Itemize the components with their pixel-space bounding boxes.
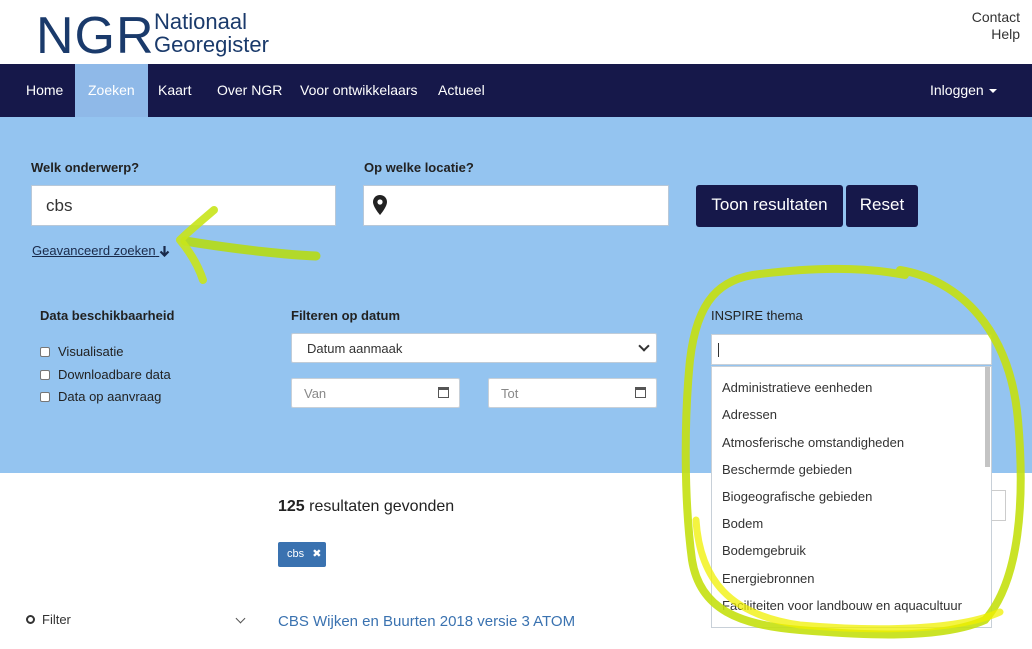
top-links: Contact Help [972, 9, 1020, 43]
checkbox-label: Downloadbare data [58, 367, 171, 382]
inspire-option[interactable]: Biogeografische gebieden [722, 489, 872, 504]
inspire-option[interactable]: Bodemgebruik [722, 543, 806, 558]
help-link[interactable]: Help [972, 26, 1020, 43]
location-input[interactable] [363, 185, 669, 226]
inspire-dropdown-list: Administratieve eenheden Adressen Atmosf… [711, 366, 992, 628]
login-label: Inloggen [930, 82, 984, 98]
chevron-down-icon[interactable] [235, 613, 246, 624]
inspire-option[interactable]: Faciliteiten voor landbouw en aquacultuu… [722, 598, 962, 613]
main-nav: Home Zoeken Kaart Over NGR Voor ontwikke… [0, 64, 1032, 117]
location-label: Op welke locatie? [364, 160, 474, 175]
search-icon [26, 615, 35, 624]
active-filter-tag[interactable]: cbs ✖ [278, 542, 326, 567]
map-marker-icon [373, 195, 387, 215]
nav-kaart[interactable]: Kaart [145, 64, 204, 117]
close-icon[interactable]: ✖ [312, 548, 321, 560]
tag-label: cbs [287, 548, 305, 560]
calendar-icon[interactable] [438, 387, 449, 398]
nav-voor-ontwikkelaars[interactable]: Voor ontwikkelaars [287, 64, 431, 117]
logo-ngr[interactable]: NGR [36, 6, 155, 66]
nav-actueel[interactable]: Actueel [425, 64, 498, 117]
filter-label: Filter [42, 612, 71, 627]
result-count-number: 125 [278, 498, 305, 515]
checkbox-icon[interactable] [40, 392, 50, 402]
nav-login[interactable]: Inloggen [917, 64, 1010, 117]
arrow-down-icon [159, 246, 170, 258]
nav-over-ngr[interactable]: Over NGR [204, 64, 295, 117]
site-header: NGR Nationaal Georegister Contact Help [0, 0, 1032, 66]
subject-label: Welk onderwerp? [31, 160, 140, 175]
date-to-input[interactable]: Tot [488, 378, 657, 408]
inspire-option[interactable]: Atmosferische omstandigheden [722, 435, 904, 450]
checkbox-icon[interactable] [40, 347, 50, 357]
inspire-search-input[interactable] [711, 334, 992, 365]
date-from-input[interactable]: Van [291, 378, 460, 408]
result-count-text: resultaten gevonden [309, 498, 455, 515]
logo-subtitle: Nationaal Georegister [154, 10, 269, 56]
date-to-placeholder: Tot [501, 386, 519, 401]
inspire-option[interactable]: Adressen [722, 407, 777, 422]
show-results-button[interactable]: Toon resultaten [696, 185, 843, 227]
checkbox-label: Visualisatie [58, 344, 124, 359]
result-count: 125 resultaten gevonden [278, 498, 454, 516]
inspire-label: INSPIRE thema [711, 308, 803, 323]
checkbox-downloadbare-data[interactable]: Downloadbare data [40, 367, 171, 382]
dropdown-scrollbar[interactable] [985, 367, 990, 467]
checkbox-data-op-aanvraag[interactable]: Data op aanvraag [40, 389, 161, 404]
chevron-down-icon [638, 340, 650, 352]
advanced-search-label: Geavanceerd zoeken [32, 243, 156, 258]
nav-zoeken[interactable]: Zoeken [75, 64, 148, 117]
sort-select-edge[interactable] [992, 490, 1006, 521]
inspire-option[interactable]: Beschermde gebieden [722, 462, 852, 477]
subject-input[interactable]: cbs [31, 185, 336, 226]
date-type-select[interactable]: Datum aanmaak [291, 333, 657, 363]
nav-home[interactable]: Home [13, 64, 76, 117]
result-title-link[interactable]: CBS Wijken en Buurten 2018 versie 3 ATOM [278, 613, 575, 630]
checkbox-label: Data op aanvraag [58, 389, 162, 404]
checkbox-visualisatie[interactable]: Visualisatie [40, 344, 124, 359]
text-cursor [718, 343, 719, 357]
reset-button[interactable]: Reset [846, 185, 918, 227]
caret-down-icon [988, 89, 997, 94]
inspire-option[interactable]: Administratieve eenheden [722, 380, 872, 395]
contact-link[interactable]: Contact [972, 9, 1020, 26]
logo-line-2: Georegister [154, 32, 269, 57]
checkbox-icon[interactable] [40, 370, 50, 380]
filter-toggle[interactable]: Filter [26, 612, 71, 627]
date-from-placeholder: Van [304, 386, 327, 401]
inspire-option[interactable]: Bodem [722, 516, 763, 531]
availability-label: Data beschikbaarheid [40, 308, 175, 323]
subject-input-value: cbs [46, 196, 73, 215]
advanced-search-link[interactable]: Geavanceerd zoeken [32, 243, 170, 258]
logo-line-1: Nationaal [154, 9, 247, 34]
date-type-value: Datum aanmaak [307, 341, 403, 356]
date-filter-label: Filteren op datum [291, 308, 401, 323]
inspire-option[interactable]: Energiebronnen [722, 571, 815, 586]
calendar-icon[interactable] [635, 387, 646, 398]
